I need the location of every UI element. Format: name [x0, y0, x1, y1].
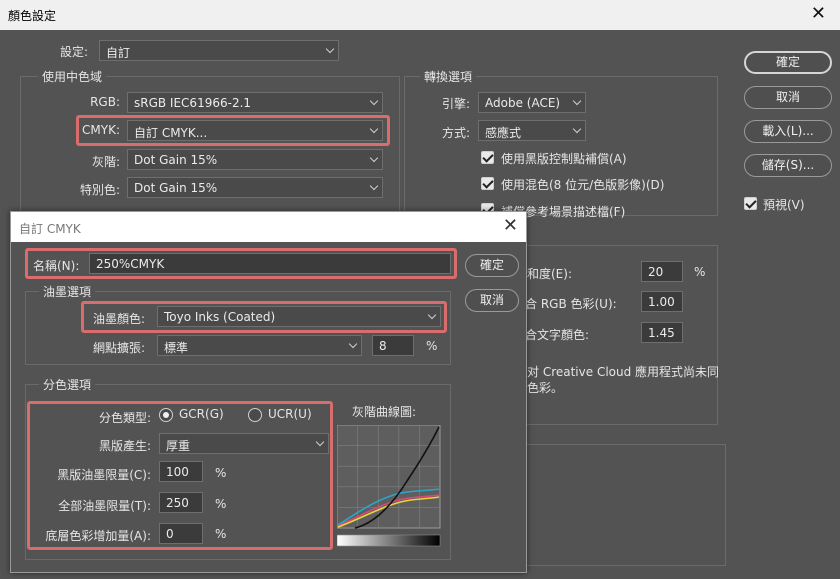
intent-select[interactable]: 感應式: [478, 120, 586, 141]
conversion-legend: 轉換選項: [420, 68, 477, 85]
gray-label: 灰階:: [91, 155, 120, 169]
rgb-select[interactable]: sRGB IEC61966-2.1: [127, 92, 383, 113]
dot-gain-unit: %: [426, 339, 438, 353]
chevron-down-icon: [369, 153, 379, 163]
desaturate-input[interactable]: 20: [641, 261, 683, 282]
dot-gain-select[interactable]: 標準: [157, 335, 362, 356]
close-icon[interactable]: ✕: [811, 3, 826, 24]
ucr-amount-unit: %: [215, 527, 227, 541]
intent-value: 感應式: [485, 126, 522, 140]
ucr-amount-input[interactable]: 0: [159, 523, 203, 544]
black-gen-value: 厚重: [166, 439, 191, 453]
engine-value: Adobe (ACE): [485, 96, 561, 110]
rgb-label: RGB:: [90, 95, 120, 109]
black-limit-unit: %: [215, 466, 227, 480]
blend-rgb-input[interactable]: 1.00: [641, 291, 683, 312]
working-spaces-legend: 使用中色域: [38, 68, 107, 85]
chevron-down-icon: [369, 181, 379, 191]
settings-label: 設定:: [60, 45, 89, 59]
dot-gain-input[interactable]: 8: [372, 335, 414, 356]
ink-colors-value: Toyo Inks (Coated): [164, 310, 276, 324]
cancel-button[interactable]: 取消: [744, 86, 832, 109]
preview-label: 預視(V): [763, 198, 805, 212]
custom-cmyk-dialog: 自訂 CMYK ✕ 名稱(N): 250%CMYK 確定 取消 油墨選項 油墨顏…: [10, 211, 527, 573]
description-line-1: 对 Creative Cloud 應用程式尚未同: [527, 365, 720, 379]
bpc-label: 使用黑版控制點補償(A): [501, 152, 627, 166]
ink-colors-select[interactable]: Toyo Inks (Coated): [157, 306, 441, 327]
gcr-label: GCR(G): [179, 407, 224, 421]
blend-text-label: 合文字顏色:: [525, 328, 590, 342]
chevron-down-icon: [572, 96, 582, 106]
black-gen-label: 黑版產生:: [98, 439, 151, 453]
description-line-2: 色彩。: [527, 381, 564, 395]
blend-text-input[interactable]: 1.45: [641, 322, 683, 343]
black-gen-select[interactable]: 厚重: [159, 433, 329, 454]
total-limit-label: 全部油墨限量(T):: [58, 499, 151, 513]
name-input[interactable]: 250%CMYK: [89, 253, 451, 274]
close-icon[interactable]: ✕: [503, 215, 518, 236]
cmyk-highlight: [76, 115, 390, 146]
gray-ramp-bar: [337, 534, 441, 547]
desaturate-unit: %: [694, 265, 706, 279]
chevron-down-icon: [369, 96, 379, 106]
dot-gain-value: 標準: [164, 341, 189, 355]
window-title-bar: 顏色設定 ✕: [0, 0, 840, 30]
gray-ramp-graph: [337, 425, 441, 547]
engine-label: 引擎:: [441, 97, 470, 111]
cmyk-ok-button[interactable]: 確定: [465, 254, 519, 277]
cmyk-cancel-button[interactable]: 取消: [465, 289, 519, 312]
save-button[interactable]: 儲存(S)...: [744, 154, 832, 177]
name-label: 名稱(N):: [33, 259, 80, 273]
ucr-label: UCR(U): [268, 407, 312, 421]
separation-legend: 分色選項: [39, 376, 96, 393]
ok-button[interactable]: 確定: [744, 51, 832, 74]
chevron-down-icon: [348, 339, 358, 349]
gray-select[interactable]: Dot Gain 15%: [127, 149, 383, 170]
preview-checkbox[interactable]: [744, 197, 757, 210]
chevron-down-icon: [325, 44, 335, 54]
gray-value: Dot Gain 15%: [134, 153, 218, 167]
engine-select[interactable]: Adobe (ACE): [478, 92, 586, 113]
chevron-down-icon: [427, 310, 437, 320]
settings-select[interactable]: 自訂: [99, 40, 339, 61]
black-limit-label: 黑版油墨限量(C):: [57, 468, 151, 482]
ink-options-legend: 油墨選項: [39, 283, 96, 300]
intent-label: 方式:: [441, 126, 470, 140]
chevron-down-icon: [315, 437, 325, 447]
total-limit-input[interactable]: 250: [159, 492, 203, 513]
gray-curve-label: 灰階曲線圖:: [352, 405, 417, 419]
spot-value: Dot Gain 15%: [134, 181, 218, 195]
dither-checkbox[interactable]: [481, 177, 494, 190]
blend-rgb-label: 合 RGB 色彩(U):: [525, 297, 617, 311]
chevron-down-icon: [572, 124, 582, 134]
graph-frame: [337, 425, 441, 529]
bpc-checkbox[interactable]: [481, 151, 494, 164]
cmyk-dialog-title: 自訂 CMYK: [19, 222, 81, 236]
window-title: 顏色設定: [8, 9, 57, 23]
dot-gain-label: 網點擴張:: [93, 341, 146, 355]
spot-label: 特別色:: [79, 183, 120, 197]
sep-type-label: 分色類型:: [98, 411, 151, 425]
ucr-amount-label: 底層色彩增加量(A):: [45, 529, 151, 543]
dither-label: 使用混色(8 位元/色版影像)(D): [501, 178, 665, 192]
gcr-radio[interactable]: [159, 408, 173, 422]
desaturate-label: 和度(E):: [527, 267, 572, 281]
cmyk-dialog-title-bar: 自訂 CMYK ✕: [11, 212, 526, 242]
rgb-value: sRGB IEC61966-2.1: [134, 96, 252, 110]
settings-value: 自訂: [106, 46, 131, 60]
spot-select[interactable]: Dot Gain 15%: [127, 177, 383, 198]
black-limit-input[interactable]: 100: [159, 461, 203, 482]
ink-colors-label: 油墨顏色:: [93, 312, 146, 326]
ucr-radio[interactable]: [248, 408, 262, 422]
load-button[interactable]: 載入(L)...: [744, 120, 832, 143]
total-limit-unit: %: [215, 497, 227, 511]
